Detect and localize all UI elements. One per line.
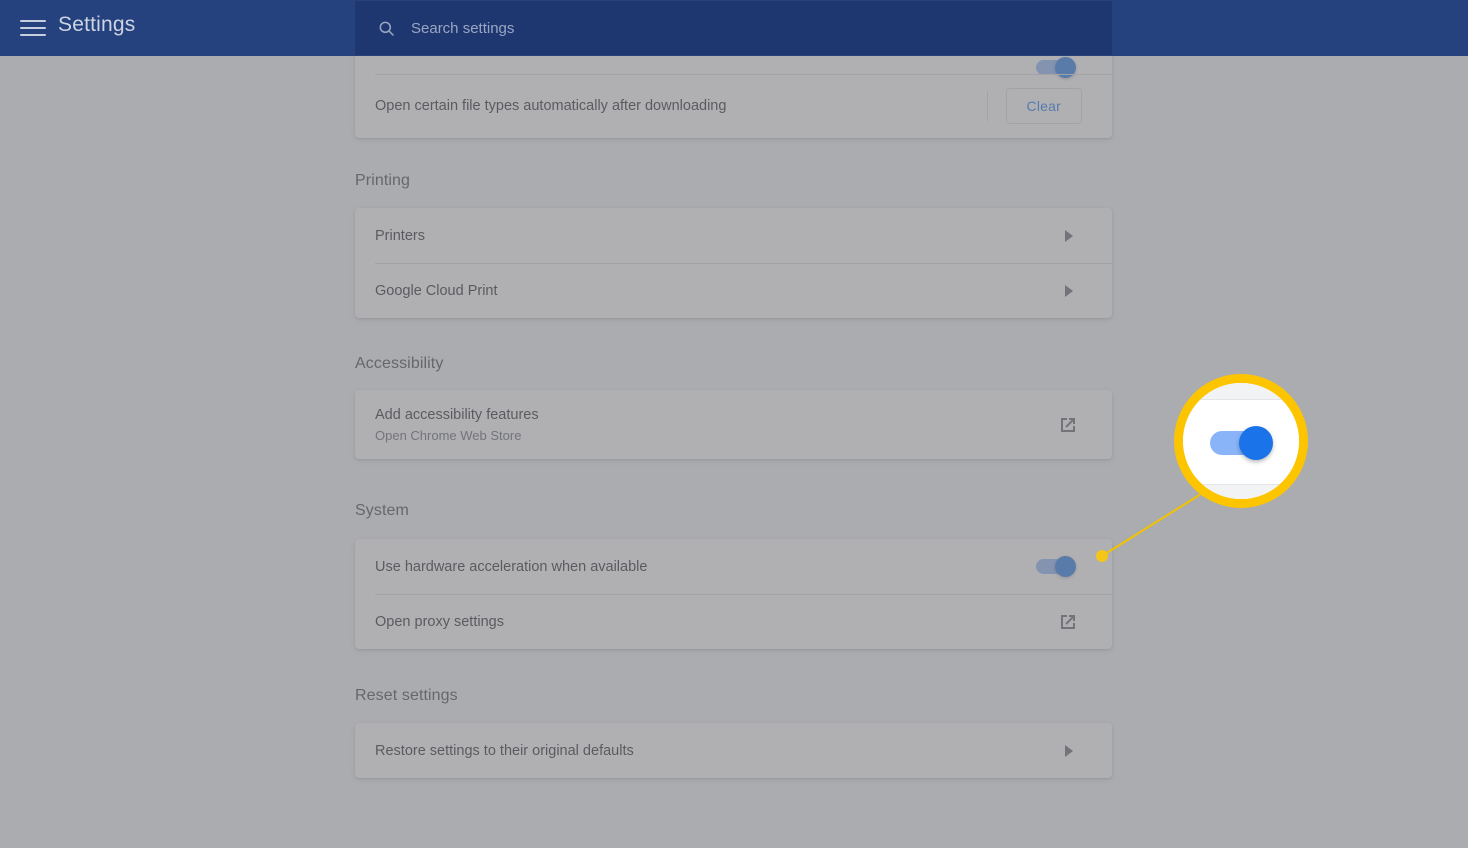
vertical-divider <box>986 91 988 121</box>
row-text: Restore settings to their original defau… <box>375 741 634 761</box>
row-text: Open proxy settings <box>375 612 504 632</box>
row-sublabel: Open Chrome Web Store <box>375 427 522 443</box>
row-label: Google Cloud Print <box>375 282 498 299</box>
row-add-accessibility-features[interactable]: Add accessibility features Open Chrome W… <box>355 390 1112 459</box>
settings-screen: Open certain file types automatically af… <box>0 0 1468 848</box>
callout-magnifier-content <box>1183 383 1299 499</box>
callout-strip-bottom <box>1183 485 1299 499</box>
callout-strip-top <box>1183 383 1299 399</box>
callout-hairline-bottom <box>1183 484 1299 485</box>
chevron-right-icon[interactable] <box>1058 280 1080 302</box>
open-in-new-icon[interactable] <box>1056 610 1080 634</box>
callout-magnifier-circle <box>1174 374 1308 508</box>
callout-anchor-dot <box>1096 550 1108 562</box>
row-label: Open certain file types automatically af… <box>375 98 727 114</box>
reset-settings-card: Restore settings to their original defau… <box>355 723 1112 778</box>
app-bar-title: Settings <box>58 13 136 36</box>
accessibility-card: Add accessibility features Open Chrome W… <box>355 390 1112 459</box>
row-label: Open proxy settings <box>375 613 504 630</box>
toggle-knob <box>1055 556 1076 577</box>
callout-hairline-top <box>1183 399 1299 400</box>
partial-toggle[interactable] <box>1036 56 1076 78</box>
row-label: Use hardware acceleration when available <box>375 558 648 575</box>
row-text: Open certain file types automatically af… <box>375 96 726 116</box>
chevron-right-icon[interactable] <box>1058 740 1080 762</box>
row-text: Add accessibility features Open Chrome W… <box>375 405 539 445</box>
row-use-hardware-acceleration[interactable]: Use hardware acceleration when available <box>355 539 1112 594</box>
hamburger-menu-icon[interactable] <box>20 14 48 42</box>
chevron-right-icon[interactable] <box>1058 225 1080 247</box>
row-printers[interactable]: Printers <box>355 208 1112 263</box>
section-title-printing: Printing <box>355 172 411 189</box>
search-input[interactable] <box>411 19 1011 37</box>
search-bar[interactable] <box>355 1 1112 55</box>
row-open-file-types[interactable]: Open certain file types automatically af… <box>355 74 1112 138</box>
row-text: Google Cloud Print <box>375 281 498 301</box>
section-title-system: System <box>355 502 409 519</box>
hardware-acceleration-toggle[interactable] <box>1036 556 1076 577</box>
clear-button[interactable]: Clear <box>1005 88 1082 124</box>
row-google-cloud-print[interactable]: Google Cloud Print <box>355 263 1112 318</box>
row-label: Printers <box>375 227 425 244</box>
downloads-card: Open certain file types automatically af… <box>355 44 1112 138</box>
open-in-new-icon[interactable] <box>1056 413 1080 437</box>
row-text: Use hardware acceleration when available <box>375 557 647 577</box>
system-card: Use hardware acceleration when available… <box>355 539 1112 649</box>
row-label: Add accessibility features <box>375 406 539 423</box>
row-open-proxy-settings[interactable]: Open proxy settings <box>355 594 1112 649</box>
app-bar: Settings <box>0 0 1468 56</box>
search-icon <box>377 19 396 38</box>
section-title-accessibility: Accessibility <box>355 355 444 372</box>
row-restore-settings[interactable]: Restore settings to their original defau… <box>355 723 1112 778</box>
toggle-knob <box>1239 426 1273 460</box>
row-label: Restore settings to their original defau… <box>375 742 634 759</box>
section-title-reset-settings: Reset settings <box>355 687 458 704</box>
row-text: Printers <box>375 226 425 246</box>
magnified-hardware-acceleration-toggle[interactable] <box>1210 426 1273 460</box>
printing-card: Printers Google Cloud Print <box>355 208 1112 318</box>
